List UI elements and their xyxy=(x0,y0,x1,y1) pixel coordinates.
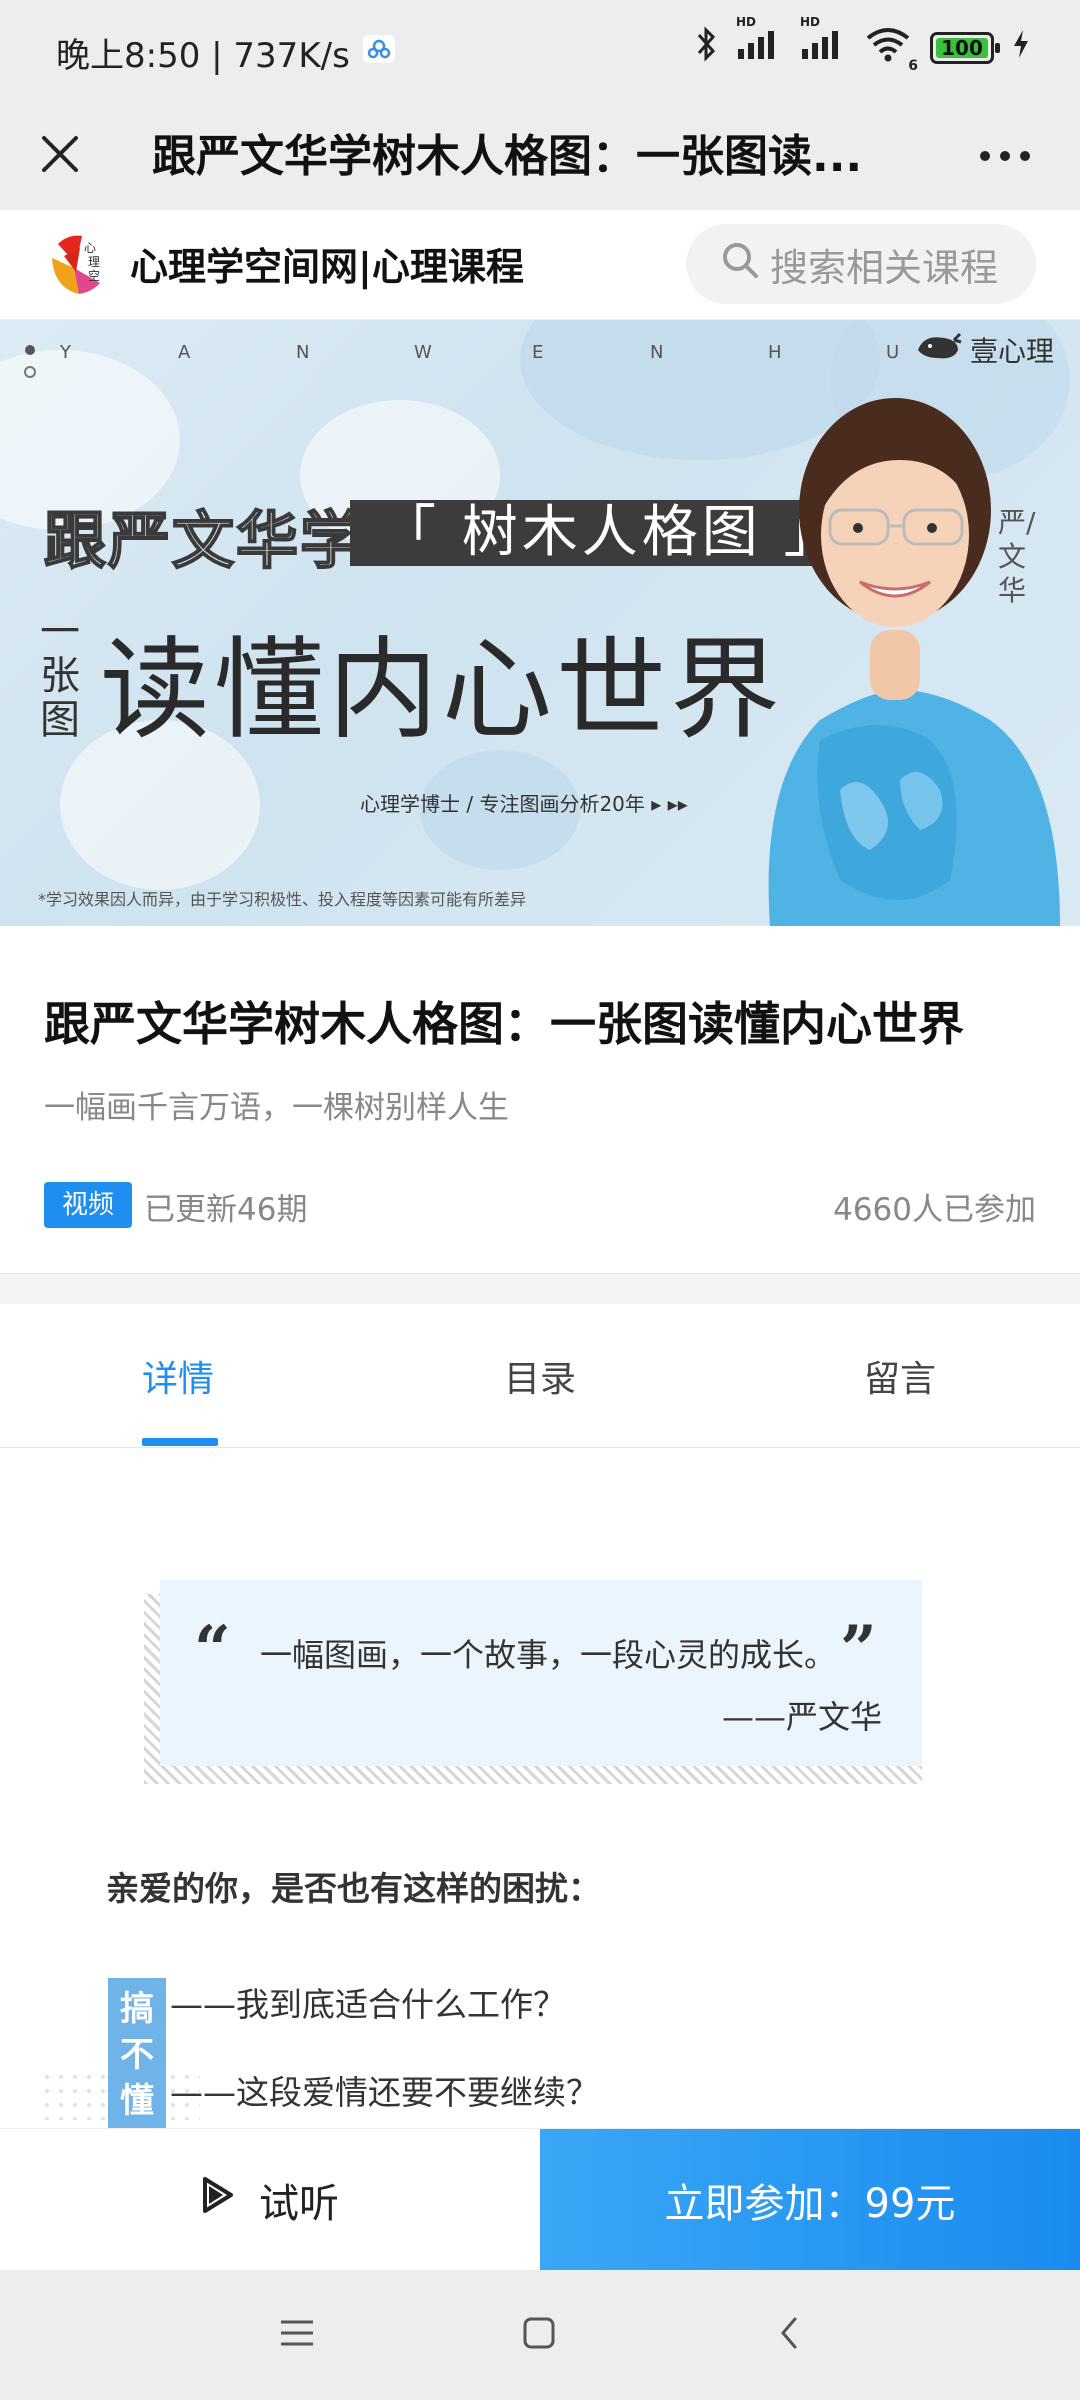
svg-text:心: 心 xyxy=(84,241,96,255)
svg-text:理: 理 xyxy=(88,255,100,269)
quote-close-icon: ” xyxy=(840,1612,877,1687)
banner-signature: 严/文华 xyxy=(998,506,1036,607)
search-input[interactable]: 搜索相关课程 xyxy=(686,224,1036,304)
status-right: HD HD 6 100 xyxy=(694,15,1030,74)
quote-open-icon: “ xyxy=(194,1612,231,1687)
question-heading: 亲爱的你，是否也有这样的困扰： xyxy=(106,1869,601,1908)
banner-dots-decoration xyxy=(22,342,42,386)
banner-line3-small: 一张图 xyxy=(40,609,80,743)
site-logo[interactable]: 心 理 空 xyxy=(44,228,114,298)
title-bar: 跟严文华学树木人格图：一张图读... xyxy=(0,104,1080,210)
back-icon xyxy=(777,2315,801,2355)
system-nav-bar xyxy=(0,2270,1080,2400)
close-icon xyxy=(40,134,80,178)
banner-letter: W xyxy=(414,342,432,363)
back-nav-button[interactable] xyxy=(764,2310,814,2360)
updated-count: 已更新46期 xyxy=(144,1192,308,1228)
site-header: 心 理 空 心理学空间网|心理课程 搜索相关课程 xyxy=(0,210,1080,320)
video-tag: 视频 xyxy=(44,1182,133,1228)
cloud-icon xyxy=(362,33,396,73)
banner-credentials: 心理学博士 / 专注图画分析20年 ▸ ▸▸ xyxy=(360,792,688,816)
section-divider xyxy=(0,1274,1080,1304)
banner-letter: A xyxy=(178,342,191,363)
search-icon xyxy=(720,240,760,289)
hd-label-1: HD xyxy=(736,15,757,29)
course-title: 跟严文华学树木人格图：一张图读懂内心世界 xyxy=(44,997,964,1051)
more-button[interactable] xyxy=(970,124,1040,188)
home-icon xyxy=(522,2316,556,2354)
question-item: ——这段爱情还要不要继续？ xyxy=(170,2073,599,2112)
svg-text:空: 空 xyxy=(88,269,100,283)
quote-text: 一幅图画，一个故事，一段心灵的成长。 xyxy=(260,1636,837,1674)
banner-line3: 读懂内心世界 xyxy=(100,626,784,754)
presenter-photo xyxy=(730,360,1080,926)
participant-count: 4660人已参加 xyxy=(833,1192,1036,1228)
status-time-speed: 晚上8:50 | 737K/s xyxy=(56,36,350,76)
tab-catalog[interactable]: 目录 xyxy=(504,1350,576,1402)
quote-author: ——严文华 xyxy=(721,1698,882,1736)
menu-icon xyxy=(279,2318,315,2352)
join-label: 立即参加：99元 xyxy=(664,2181,956,2227)
banner-letter: N xyxy=(296,342,310,363)
menu-nav-button[interactable] xyxy=(272,2310,322,2360)
hd-label-2: HD xyxy=(800,15,821,29)
tab-active-indicator xyxy=(142,1438,218,1446)
wifi-icon: 6 xyxy=(864,26,918,74)
wifi-badge: 6 xyxy=(908,58,918,74)
trial-label: 试听 xyxy=(259,2181,339,2227)
banner-disclaimer: *学习效果因人而异，由于学习积极性、投入程度等因素可能有所差异 xyxy=(38,890,527,909)
bluetooth-icon xyxy=(694,26,718,70)
close-button[interactable] xyxy=(28,124,92,188)
page-title: 跟严文华学树木人格图：一张图读... xyxy=(152,131,863,182)
status-left: 晚上8:50 | 737K/s xyxy=(56,28,396,77)
battery-level: 100 xyxy=(941,36,983,60)
status-bar: 晚上8:50 | 737K/s HD HD 6 100 xyxy=(0,0,1080,104)
join-button[interactable]: 立即参加：99元 xyxy=(540,2129,1080,2271)
banner-letter: Y xyxy=(60,342,71,363)
banner-letter: E xyxy=(532,342,544,363)
tab-bar: 详情 目录 留言 xyxy=(0,1304,1080,1448)
home-nav-button[interactable] xyxy=(514,2310,564,2360)
course-subtitle: 一幅画千言万语，一棵树别样人生 xyxy=(44,1090,509,1126)
more-icon xyxy=(979,147,1031,166)
charging-icon xyxy=(1012,29,1030,67)
signal-icon-1: HD xyxy=(736,15,782,69)
site-name: 心理学空间网|心理课程 xyxy=(130,245,524,289)
course-banner[interactable]: Y A N W E N H U 壹心理 跟严文华学 「 树木人格图 」 一张图 … xyxy=(0,320,1080,926)
question-item: ——我到底适合什么工作？ xyxy=(170,1985,566,2024)
trial-button[interactable]: 试听 xyxy=(0,2129,540,2271)
action-bar: 试听 立即参加：99元 xyxy=(0,2128,1080,2271)
play-icon xyxy=(201,2175,235,2225)
side-label: 搞不懂自 xyxy=(108,1978,166,2128)
search-placeholder: 搜索相关课程 xyxy=(770,245,999,290)
signal-icon-2: HD xyxy=(800,15,846,69)
tab-details[interactable]: 详情 xyxy=(142,1350,214,1402)
course-info: 跟严文华学树木人格图：一张图读懂内心世界 一幅画千言万语，一棵树别样人生 视频 … xyxy=(0,926,1080,1274)
tab-comments[interactable]: 留言 xyxy=(864,1350,936,1402)
battery-icon: 100 xyxy=(930,32,1000,64)
banner-line1: 跟严文华学 xyxy=(43,503,365,578)
